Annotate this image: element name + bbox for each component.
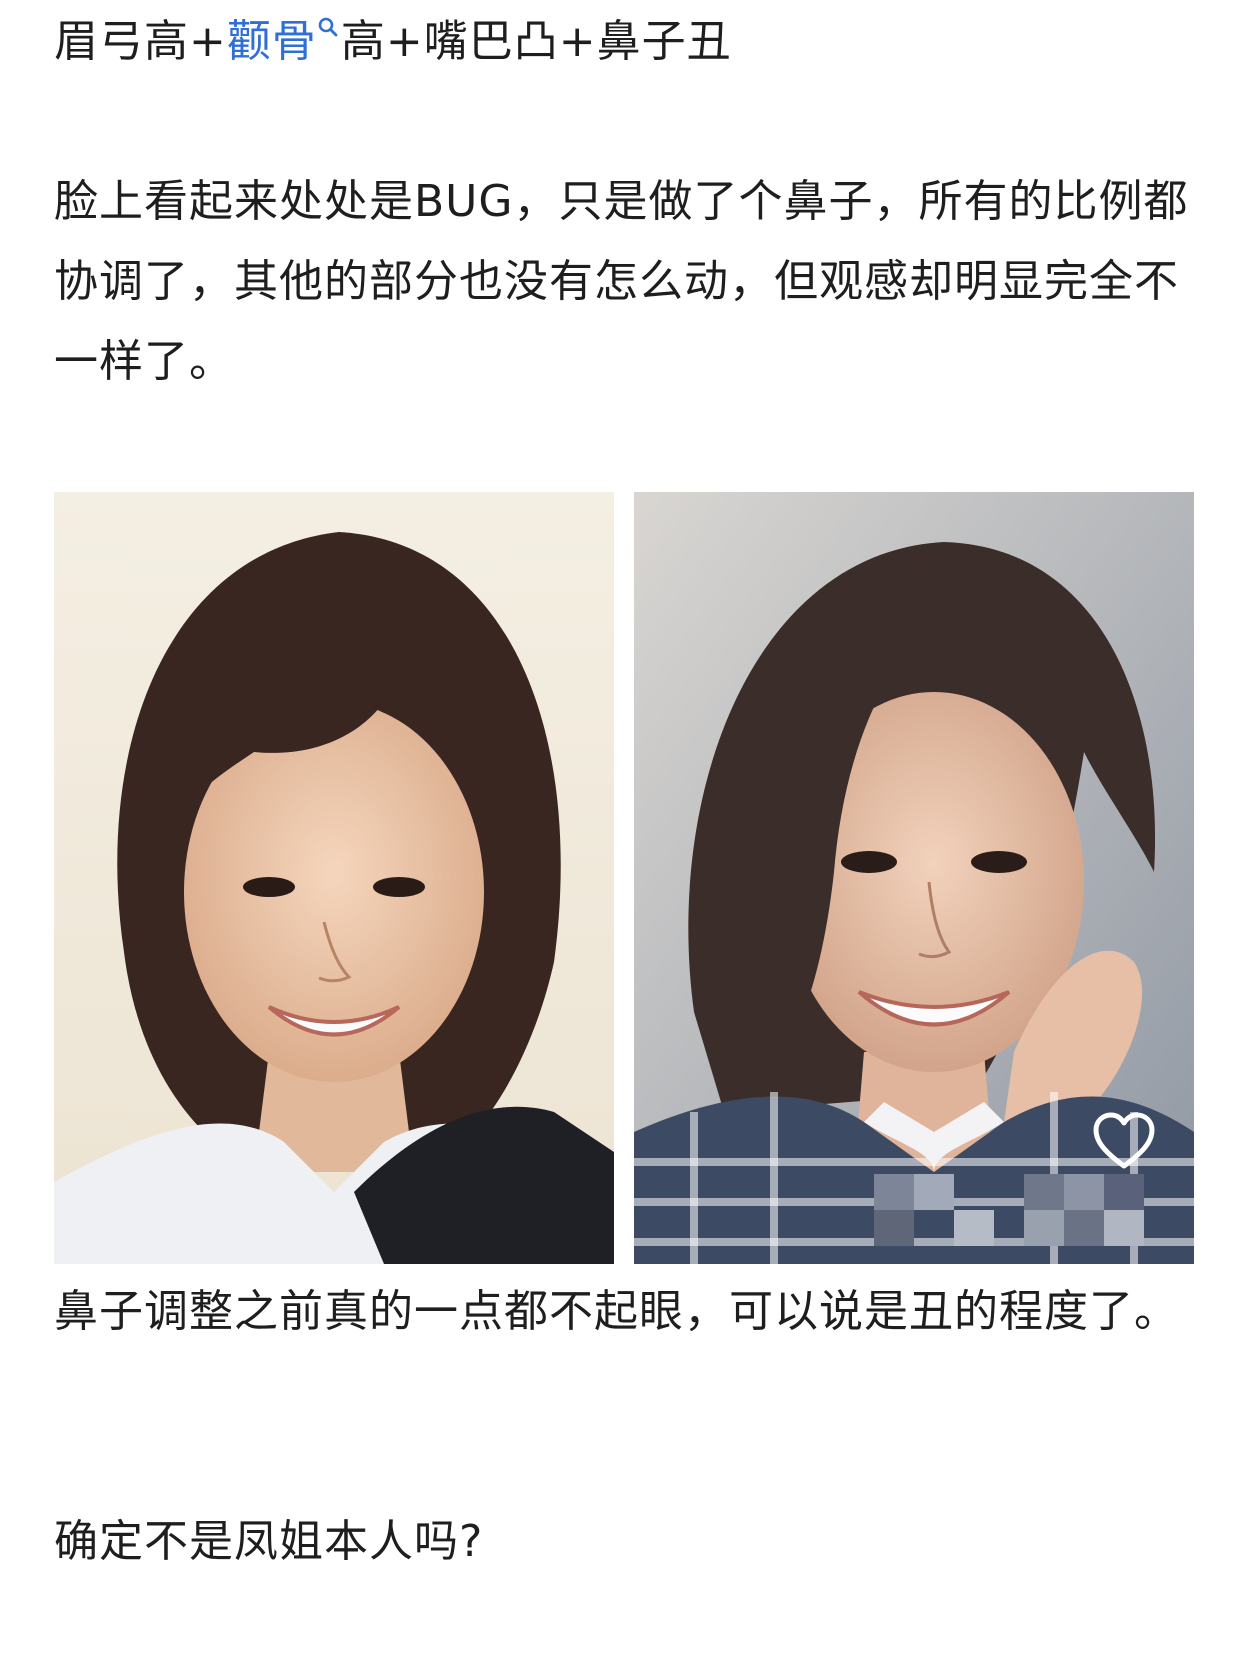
keyword-search-link[interactable]: 颧骨 — [227, 16, 341, 67]
paragraph-3: 确定不是凤姐本人吗? — [54, 1516, 484, 1567]
search-icon[interactable] — [317, 16, 339, 44]
headline-part1: 眉弓高+ — [54, 16, 227, 67]
headline-line: 眉弓高+颧骨 高+嘴巴凸+鼻子丑 — [54, 12, 732, 72]
headline-part2: 高+嘴巴凸+鼻子丑 — [340, 16, 732, 67]
paragraph-2: 鼻子调整之前真的一点都不起眼，可以说是丑的程度了。 — [54, 1286, 1179, 1337]
portrait-before-image — [54, 492, 614, 1264]
heart-outline-icon[interactable] — [1092, 1112, 1156, 1170]
photo-before[interactable] — [54, 492, 614, 1264]
mosaic-watermark — [874, 1174, 1144, 1246]
photo-after[interactable] — [634, 492, 1194, 1264]
paragraph-1: 脸上看起来处处是BUG，只是做了个鼻子，所有的比例都协调了，其他的部分也没有怎么… — [54, 176, 1189, 387]
keyword-link-text[interactable]: 颧骨 — [227, 16, 317, 67]
